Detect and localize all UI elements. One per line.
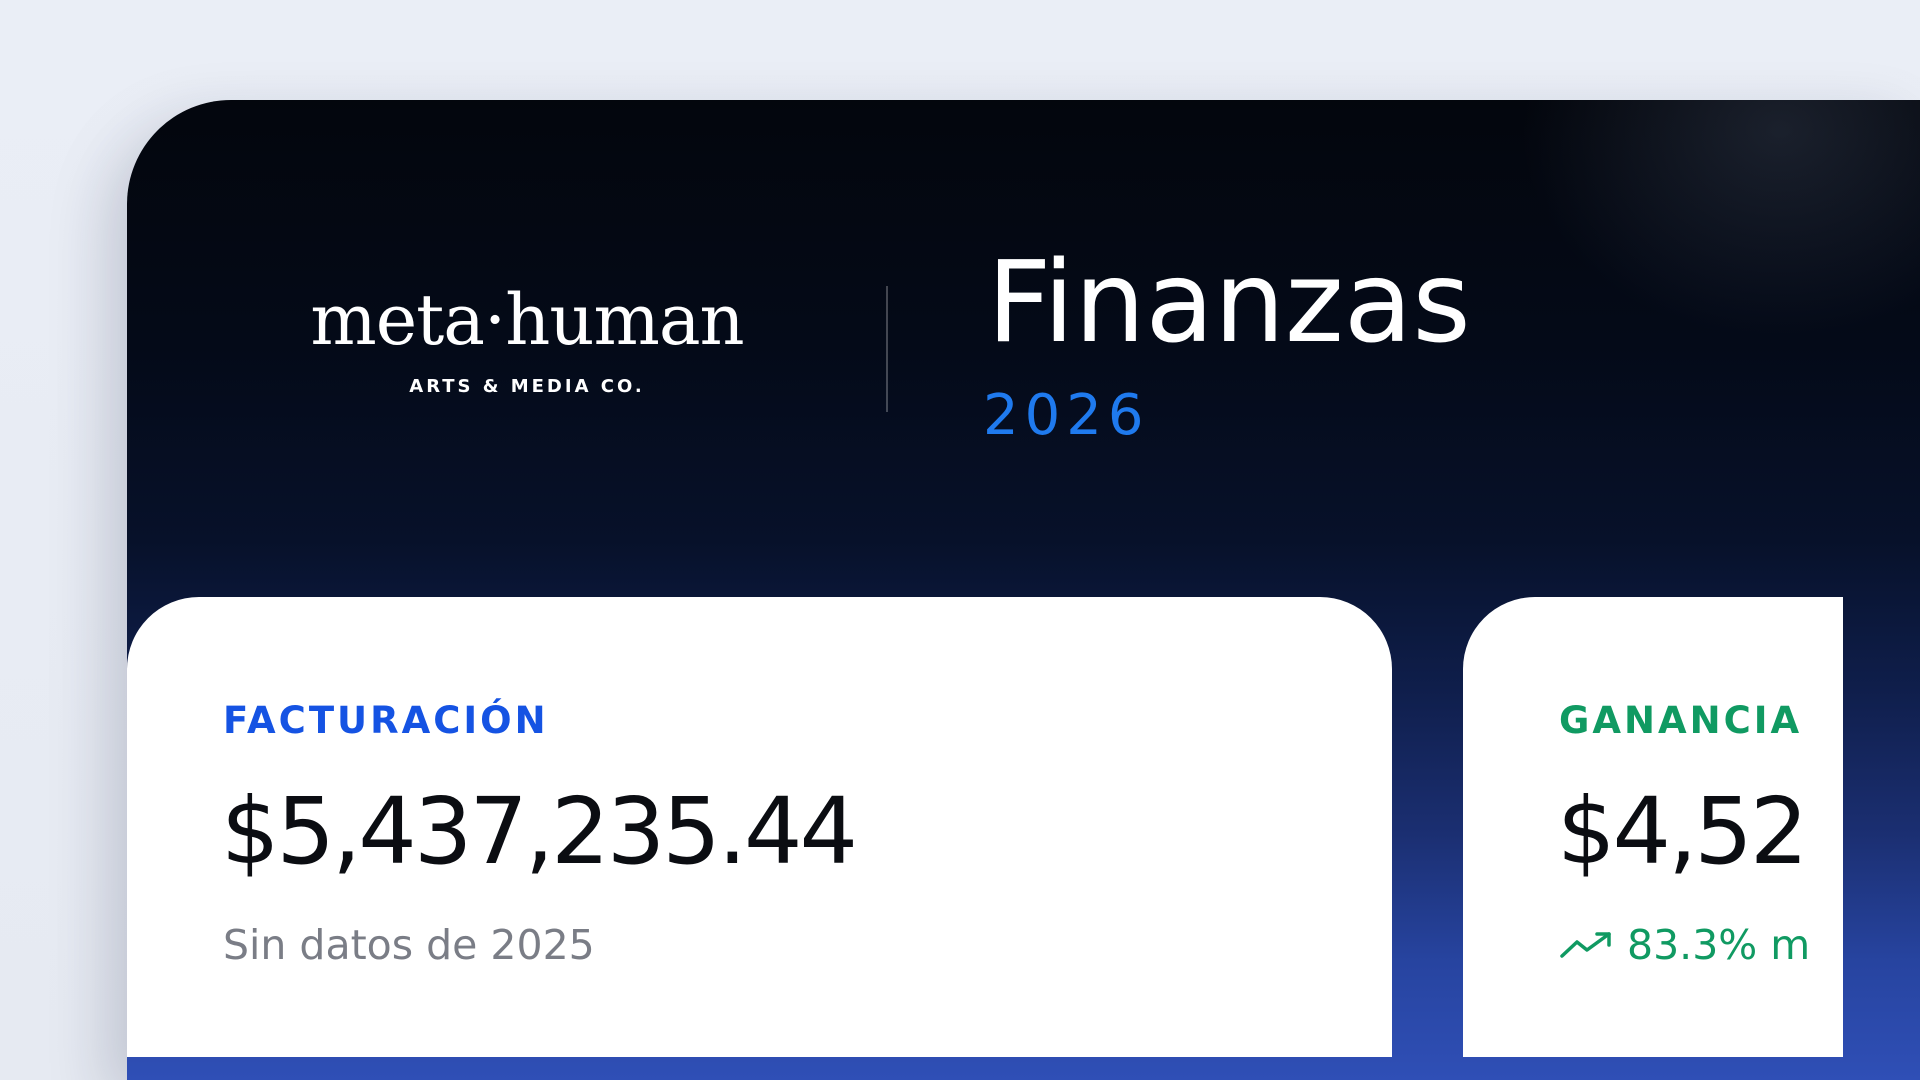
profit-value: $4,52 <box>1557 778 1808 885</box>
company-logo: meta·human ARTS & MEDIA CO. <box>272 280 782 397</box>
profit-trend-text: 83.3% m <box>1627 921 1811 969</box>
logo-tagline: ARTS & MEDIA CO. <box>409 376 645 397</box>
profit-label: GANANCIA <box>1559 699 1803 742</box>
profit-card: GANANCIA $4,52 83.3% m <box>1463 597 1843 1057</box>
page-title: Finanzas <box>987 238 1471 368</box>
billing-card: FACTURACIÓN $5,437,235.44 Sin datos de 2… <box>127 597 1392 1057</box>
trending-up-icon <box>1559 930 1613 960</box>
billing-value: $5,437,235.44 <box>221 778 858 885</box>
year-label: 2026 <box>983 383 1150 448</box>
profit-trend: 83.3% m <box>1559 921 1810 969</box>
logo-wordmark: meta·human <box>310 279 744 361</box>
billing-note: Sin datos de 2025 <box>223 921 595 969</box>
billing-label: FACTURACIÓN <box>223 699 549 742</box>
header-divider <box>886 286 888 412</box>
